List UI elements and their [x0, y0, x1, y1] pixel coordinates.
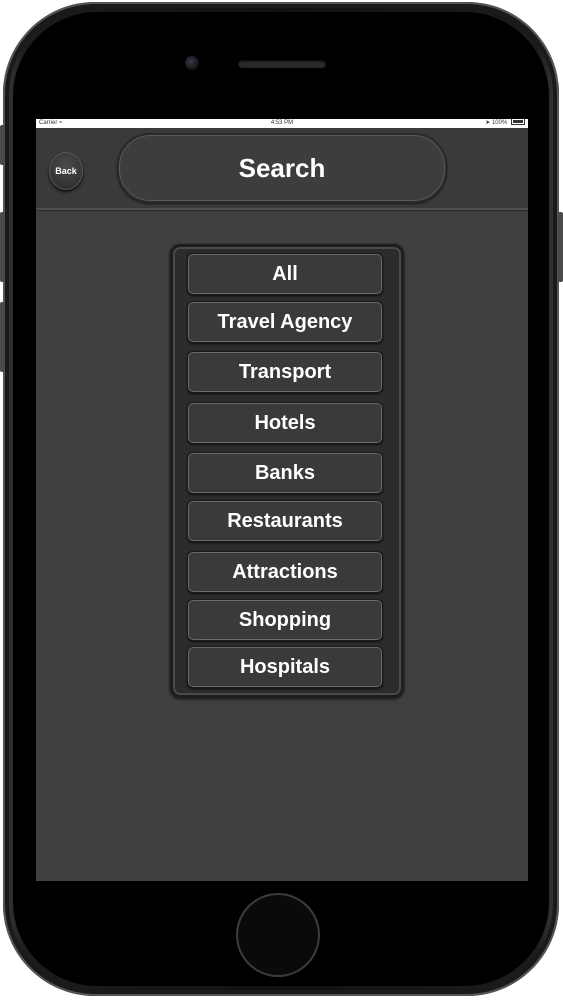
battery-icon	[511, 119, 525, 125]
battery-percent: 100%	[491, 120, 508, 127]
category-banks-button[interactable]: Banks	[187, 452, 383, 494]
power-button	[558, 212, 563, 282]
volume-up-button	[0, 212, 5, 282]
category-shopping-button[interactable]: Shopping	[187, 599, 383, 641]
home-button[interactable]	[238, 895, 318, 975]
app-screen: Carrier ≈ 4:53 PM ➤ 100% Back Search All…	[36, 119, 528, 881]
front-camera	[185, 56, 199, 70]
category-panel: All Travel Agency Transport Hotels Banks…	[170, 244, 404, 698]
status-bar: Carrier ≈ 4:53 PM ➤ 100%	[36, 119, 528, 128]
category-hotels-button[interactable]: Hotels	[187, 402, 383, 444]
back-button[interactable]: Back	[49, 152, 83, 190]
category-hospitals-button[interactable]: Hospitals	[187, 646, 383, 688]
mute-switch	[0, 125, 5, 165]
volume-down-button	[0, 302, 5, 372]
category-travel-agency-button[interactable]: Travel Agency	[187, 301, 383, 343]
category-all-button[interactable]: All	[187, 253, 383, 295]
navigation-bar: Back Search	[36, 128, 528, 210]
earpiece-speaker	[238, 60, 326, 68]
category-restaurants-button[interactable]: Restaurants	[187, 500, 383, 542]
status-battery: ➤ 100%	[485, 119, 525, 128]
category-transport-button[interactable]: Transport	[187, 351, 383, 393]
category-attractions-button[interactable]: Attractions	[187, 551, 383, 593]
location-icon: ➤	[485, 120, 491, 127]
page-title: Search	[117, 133, 447, 203]
status-time: 4:53 PM	[270, 120, 294, 126]
